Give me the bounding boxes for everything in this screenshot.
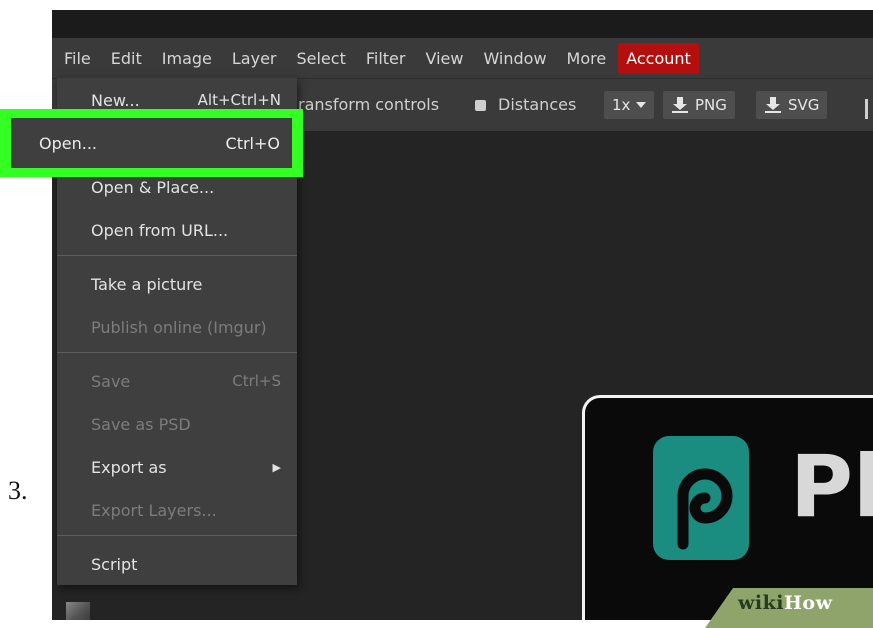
zoom-dropdown[interactable]: 1x	[604, 91, 655, 119]
menu-item-shortcut: Ctrl+S	[232, 372, 281, 390]
menu-item-label: Export as	[91, 457, 167, 477]
wikihow-watermark: wikiHow	[738, 592, 832, 614]
toolbar-divider	[865, 99, 868, 119]
submenu-arrow-icon: ▶	[272, 460, 281, 474]
menu-account[interactable]: Account	[618, 42, 699, 74]
menu-item-shortcut: Ctrl+O	[225, 133, 280, 153]
menu-item-save: Save Ctrl+S	[57, 363, 297, 399]
menu-item-save-psd: Save as PSD	[57, 406, 297, 442]
zoom-value: 1x	[612, 96, 631, 114]
transform-controls-label[interactable]: ransform controls	[298, 95, 439, 114]
menu-item-label: Export Layers...	[91, 500, 217, 520]
menu-divider	[57, 352, 297, 353]
menu-item-label: Open from URL...	[91, 220, 229, 240]
menu-item-label: New...	[91, 90, 140, 110]
menu-item-script[interactable]: Script	[57, 546, 297, 582]
menu-item-label: Save	[91, 371, 131, 391]
svg-label: SVG	[788, 96, 820, 114]
distances-label[interactable]: Distances	[498, 95, 576, 114]
watermark-wiki: wiki	[738, 592, 784, 614]
menu-file[interactable]: File	[56, 43, 99, 74]
download-icon	[765, 97, 781, 113]
menu-item-label: Open...	[39, 133, 97, 153]
menu-divider	[57, 255, 297, 256]
menu-more[interactable]: More	[559, 43, 615, 74]
distances-checkbox[interactable]	[475, 100, 486, 111]
menu-item-take-picture[interactable]: Take a picture	[57, 266, 297, 302]
step-number: 3.	[8, 476, 28, 505]
menu-item-export-layers: Export Layers...	[57, 492, 297, 528]
export-png-button[interactable]: PNG	[663, 91, 735, 119]
menu-filter[interactable]: Filter	[358, 43, 414, 74]
menu-item-export-as[interactable]: Export as ▶	[57, 449, 297, 485]
menu-divider	[57, 535, 297, 536]
menu-item-label: Save as PSD	[91, 414, 191, 434]
photopea-logo-icon	[653, 436, 749, 560]
open-highlight-box: Open... Ctrl+O	[0, 109, 303, 177]
menu-select[interactable]: Select	[288, 43, 353, 74]
menu-item-label: Take a picture	[91, 274, 203, 294]
color-swatch[interactable]	[66, 602, 90, 620]
menu-item-label: Script	[91, 554, 138, 574]
menu-bar: File Edit Image Layer Select Filter View…	[52, 38, 873, 78]
menu-item-shortcut: Alt+Ctrl+N	[197, 91, 281, 109]
logo-text: Pl	[790, 437, 873, 537]
chevron-down-icon	[636, 102, 647, 108]
photopea-logo-card: Pl	[582, 395, 873, 620]
watermark-how: How	[783, 592, 833, 614]
menu-view[interactable]: View	[417, 43, 471, 74]
menu-item-open-url[interactable]: Open from URL...	[57, 212, 297, 248]
photopea-window: File Edit Image Layer Select Filter View…	[52, 10, 873, 620]
download-icon	[672, 97, 688, 113]
menu-item-publish: Publish online (Imgur)	[57, 309, 297, 345]
menu-image[interactable]: Image	[154, 43, 220, 74]
menu-item-label: Open & Place...	[91, 177, 215, 197]
menu-layer[interactable]: Layer	[224, 43, 285, 74]
title-strip	[52, 10, 873, 38]
export-svg-button[interactable]: SVG	[756, 91, 828, 119]
menu-edit[interactable]: Edit	[103, 43, 150, 74]
menu-window[interactable]: Window	[475, 43, 554, 74]
highlighted-open-item[interactable]: Open... Ctrl+O	[11, 118, 292, 168]
menu-item-label: Publish online (Imgur)	[91, 317, 267, 337]
png-label: PNG	[695, 96, 727, 114]
